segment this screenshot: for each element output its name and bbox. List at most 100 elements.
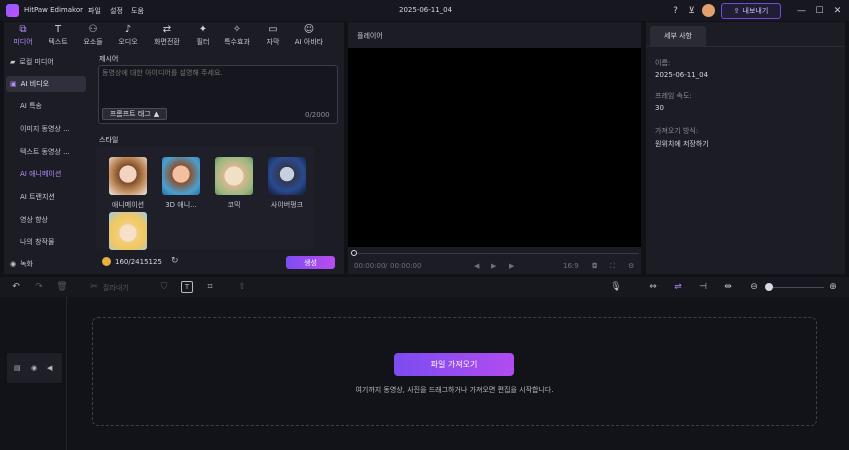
sidebar-item-local-media[interactable]: ▰ 로컬 미디어 <box>6 54 86 70</box>
tab-text[interactable]: T 텍스트 <box>39 24 77 47</box>
tab-details[interactable]: 세부 사항 <box>650 26 706 46</box>
tab-filter[interactable]: ✦ 필터 <box>184 24 222 47</box>
prompt-input[interactable] <box>102 68 334 102</box>
prompt-counter: 0/2000 <box>305 111 330 119</box>
prompt-tag-button[interactable]: 프롬프트 태그 ▲ <box>102 108 167 120</box>
time-current: 00:00:00 <box>354 262 386 270</box>
style-label-3d-animation: 3D 애니... <box>165 201 197 209</box>
zoom-out-icon[interactable]: ⊖ <box>748 281 760 293</box>
zoom-in-icon[interactable]: ⊕ <box>827 281 839 293</box>
import-files-button[interactable]: 파일 가져오기 <box>394 353 514 376</box>
coin-icon <box>102 257 111 266</box>
style-section-label: 스타일 <box>99 136 119 144</box>
maximize-icon[interactable]: ☐ <box>813 4 826 17</box>
generate-button[interactable]: 생성 <box>286 256 335 269</box>
transition-icon: ⇄ <box>162 24 172 35</box>
zoom-slider-track[interactable] <box>766 287 824 288</box>
sidebar-item-text-to-video[interactable]: 텍스트 동영상 ... <box>6 144 86 160</box>
style-label-cyberpunk: 사이버펑크 <box>270 201 304 209</box>
menu-settings[interactable]: 설정 <box>110 6 123 16</box>
time-separator: / <box>385 262 388 270</box>
prompt-section-label: 제시어 <box>99 55 119 63</box>
track-visibility-icon[interactable]: ◉ <box>31 364 37 372</box>
progress-handle[interactable] <box>351 250 357 256</box>
style-card-animation[interactable] <box>109 157 147 195</box>
split-label[interactable]: 잘라내기 <box>103 283 129 293</box>
progress-track[interactable] <box>352 253 639 254</box>
download-icon[interactable]: ⊻ <box>685 4 698 17</box>
tab-media[interactable]: ⧉ 미디어 <box>4 24 42 47</box>
menu-help[interactable]: 도움 <box>131 6 144 16</box>
redo-icon[interactable]: ↷ <box>33 281 45 293</box>
help-icon[interactable]: ? <box>669 4 682 17</box>
style-card-cyberpunk[interactable] <box>268 157 306 195</box>
text-tool-icon[interactable]: T <box>181 281 193 293</box>
prop-fps-value: 30 <box>655 104 664 112</box>
sidebar-item-my-creations[interactable]: 나의 창작물 <box>6 234 86 250</box>
video-preview[interactable] <box>348 48 641 247</box>
link-icon[interactable]: ⇔ <box>647 281 659 293</box>
prop-fps-label: 프레임 속도: <box>655 92 692 100</box>
folder-icon: ▰ <box>10 58 16 66</box>
drop-hint: 여기까지 동영상, 사진을 드래그하거나 가져오면 편집을 시작합니다. <box>355 386 554 394</box>
filter-icon: ✦ <box>198 24 208 35</box>
export-frame-icon[interactable]: ⇪ <box>236 281 248 293</box>
minimize-icon[interactable]: — <box>795 4 808 17</box>
tab-ai-avatar[interactable]: ☺ AI 아바타 <box>290 24 328 47</box>
scissors-icon[interactable]: ✂ <box>88 281 100 293</box>
record-icon: ◉ <box>10 260 17 268</box>
sidebar-item-ai-special[interactable]: AI 특송 <box>6 98 86 114</box>
zoom-slider-handle[interactable] <box>765 283 773 291</box>
delete-icon[interactable]: 🗑 <box>56 281 68 293</box>
sidebar-item-image-to-video[interactable]: 이미지 동영상 ... <box>6 121 86 137</box>
tab-transition[interactable]: ⇄ 화면전환 <box>148 24 186 47</box>
prop-import-value: 원위치에 저장하기 <box>655 140 709 148</box>
properties-divider <box>646 46 845 47</box>
style-card-3d-animation[interactable] <box>162 157 200 195</box>
prev-frame-icon[interactable]: ◀ <box>474 262 479 270</box>
settings-icon[interactable]: ⚙ <box>628 262 634 270</box>
aspect-ratio[interactable]: 16:9 <box>563 262 579 270</box>
snapshot-icon[interactable]: ◘ <box>592 262 598 270</box>
audio-icon: ♪ <box>124 24 132 35</box>
fit-icon[interactable]: ⇹ <box>722 281 734 293</box>
fullscreen-icon[interactable]: ⛶ <box>610 262 615 271</box>
undo-icon[interactable]: ↶ <box>10 281 22 293</box>
style-card-comic[interactable] <box>215 157 253 195</box>
menu-file[interactable]: 파일 <box>88 6 101 16</box>
style-label-animation: 애니메이션 <box>111 201 145 209</box>
refresh-icon[interactable]: ↻ <box>171 256 179 266</box>
microphone-icon[interactable]: 🎙 <box>610 281 622 293</box>
tab-elements[interactable]: ⚇ 요소들 <box>74 24 112 47</box>
sidebar-item-ai-video[interactable]: ▣ AI 비디오 <box>6 76 86 92</box>
export-label: 내보내기 <box>742 7 769 15</box>
next-frame-icon[interactable]: ▶ <box>509 262 514 270</box>
prop-name-label: 이름: <box>655 59 671 67</box>
prop-name-value: 2025-06-11_04 <box>655 71 709 79</box>
sidebar-item-ai-animation[interactable]: AI 애니메이션 <box>6 166 86 182</box>
user-avatar[interactable] <box>702 4 715 17</box>
sidebar-item-ai-transition[interactable]: AI 트랜지션 <box>6 189 86 205</box>
crop-icon[interactable]: ⌗ <box>204 281 216 293</box>
tab-subtitle[interactable]: ▭ 자막 <box>254 24 292 47</box>
ai-video-icon: ▣ <box>10 80 17 88</box>
tab-effects[interactable]: ✧ 특수효과 <box>218 24 256 47</box>
project-name: 2025-06-11_04 <box>399 6 453 14</box>
snap-icon[interactable]: ⊣ <box>697 281 709 293</box>
avatar-icon: ☺ <box>303 24 315 35</box>
play-icon[interactable]: ▶ <box>491 262 496 270</box>
tab-audio[interactable]: ♪ 오디오 <box>109 24 147 47</box>
shield-icon[interactable]: ⛉ <box>158 281 170 293</box>
elements-icon: ⚇ <box>88 24 98 35</box>
record-button[interactable]: ◉ 녹화 <box>6 256 86 272</box>
player-title: 플레이어 <box>357 32 383 40</box>
track-mute-icon[interactable]: ◀ <box>47 364 52 372</box>
sidebar-item-enhance[interactable]: 영상 향상 <box>6 212 86 228</box>
close-icon[interactable]: ✕ <box>831 4 844 17</box>
export-icon: ⇪ <box>733 7 740 15</box>
magnet-icon[interactable]: ⇌ <box>672 281 684 293</box>
track-lock-icon[interactable]: ▤ <box>14 364 21 372</box>
style-card-princess[interactable] <box>109 212 147 250</box>
prop-import-label: 가져오기 방식: <box>655 127 699 135</box>
export-button[interactable]: ⇪ 내보내기 <box>721 3 781 19</box>
